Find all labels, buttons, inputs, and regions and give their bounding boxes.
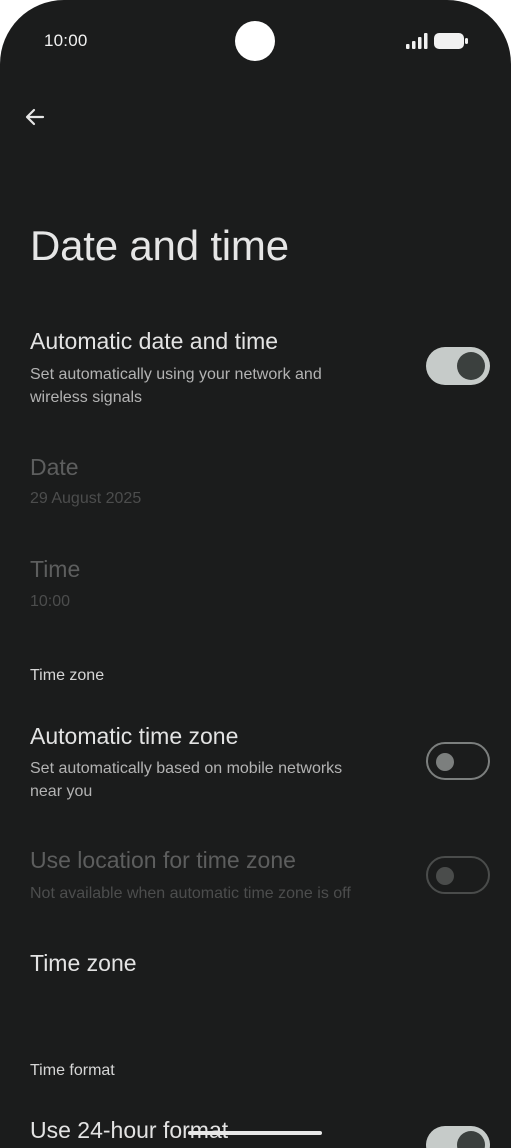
time-row[interactable]: Time 10:00 — [0, 550, 511, 630]
automatic-date-time-subtitle-1: Set automatically using your network and — [30, 366, 322, 383]
toggle-knob — [436, 753, 454, 771]
time-value: 10:00 — [30, 593, 71, 610]
toggle-knob — [457, 1131, 485, 1148]
automatic-time-zone-subtitle-1: Set automatically based on mobile networ… — [30, 760, 343, 777]
use-24-hour-row[interactable]: Use 24-hour format — [0, 1110, 511, 1148]
toggle-knob — [457, 352, 485, 380]
use-location-time-zone-subtitle: Not available when automatic time zone i… — [30, 885, 351, 902]
time-title: Time — [30, 556, 81, 582]
date-title: Date — [30, 454, 79, 480]
page-title: Date and time — [30, 222, 289, 269]
battery-icon — [434, 33, 468, 49]
automatic-date-time-toggle[interactable] — [426, 347, 490, 385]
automatic-time-zone-title: Automatic time zone — [30, 723, 239, 749]
automatic-time-zone-subtitle-2: near you — [30, 783, 93, 800]
camera-cutout — [235, 21, 275, 61]
time-format-section-header: Time format — [30, 1062, 115, 1079]
signal-icon — [406, 33, 428, 49]
toggle-knob — [436, 867, 454, 885]
time-zone-section-header: Time zone — [30, 667, 105, 684]
arrow-left-icon — [25, 108, 45, 126]
status-time: 10:00 — [44, 31, 88, 50]
status-bar: 10:00 — [0, 0, 511, 84]
automatic-date-time-subtitle-2: wireless signals — [30, 389, 143, 406]
date-value: 29 August 2025 — [30, 490, 142, 507]
automatic-date-time-title: Automatic date and time — [30, 328, 279, 354]
use-24-hour-toggle[interactable] — [426, 1126, 490, 1148]
home-indicator[interactable] — [188, 1131, 322, 1135]
use-location-time-zone-row[interactable]: Use location for time zone Not available… — [0, 840, 511, 920]
automatic-time-zone-toggle[interactable] — [426, 742, 490, 780]
date-row[interactable]: Date 29 August 2025 — [0, 448, 511, 528]
use-location-time-zone-title: Use location for time zone — [30, 847, 296, 873]
time-zone-row[interactable]: Time zone — [0, 940, 511, 1000]
phone-screen: 10:00 Date and time Automatic date and t… — [0, 0, 511, 1148]
use-location-time-zone-toggle[interactable] — [426, 856, 490, 894]
automatic-date-time-row[interactable]: Automatic date and time Set automaticall… — [0, 322, 511, 422]
automatic-time-zone-row[interactable]: Automatic time zone Set automatically ba… — [0, 716, 511, 816]
time-zone-title: Time zone — [30, 950, 137, 976]
back-button[interactable] — [14, 96, 56, 138]
